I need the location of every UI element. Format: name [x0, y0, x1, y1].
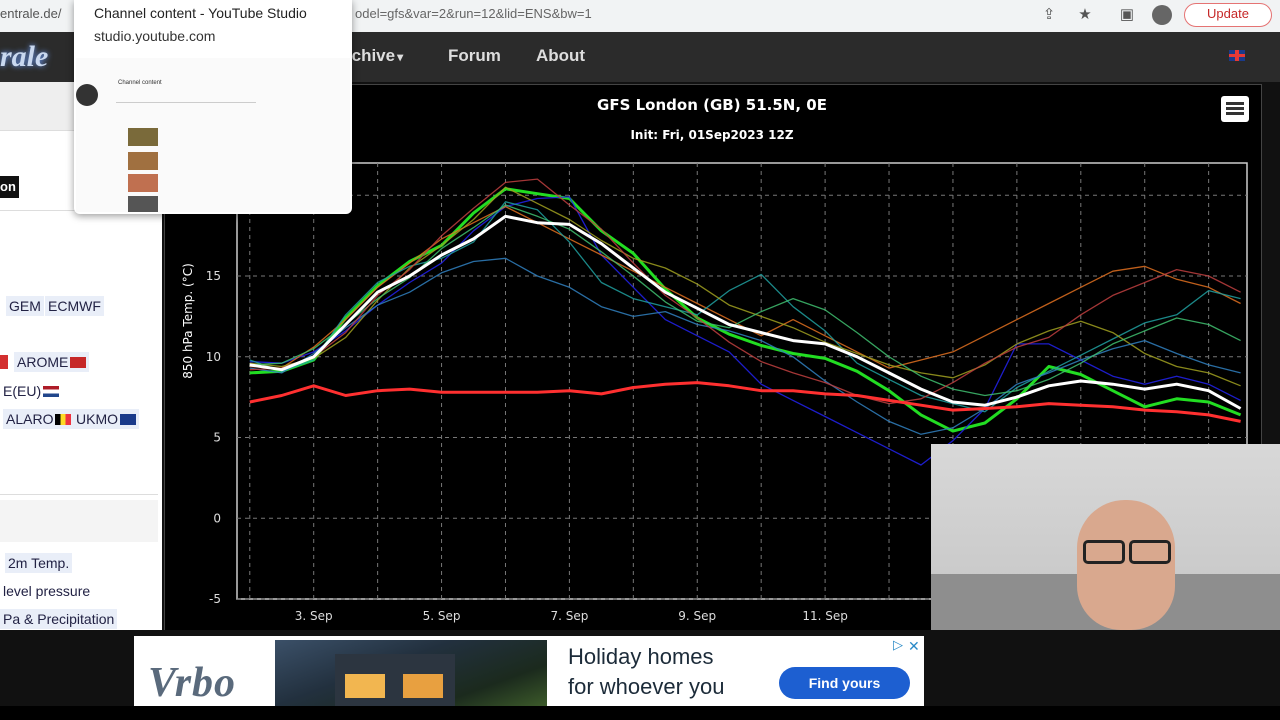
y-tick-label: 10	[206, 350, 221, 364]
thumb-divider	[116, 102, 256, 103]
find-yours-button[interactable]: Find yours	[779, 667, 910, 699]
sidebar-section	[0, 500, 158, 542]
menu-bar	[1226, 102, 1244, 105]
model-ukmo-label: UKMO	[76, 411, 118, 427]
avatar	[76, 84, 98, 106]
glasses-left	[1083, 540, 1125, 564]
profile-icon[interactable]	[1152, 5, 1172, 25]
model-alaro-label: ALARO	[6, 411, 54, 427]
divider	[0, 494, 158, 495]
update-button[interactable]: Update	[1184, 3, 1272, 27]
y-tick-label: 5	[213, 431, 221, 445]
model-gem[interactable]: GEM	[6, 296, 44, 316]
nav-forum[interactable]: Forum	[448, 46, 501, 66]
norway-flag-icon	[70, 357, 87, 368]
extension-icon[interactable]: ▣	[1118, 6, 1136, 24]
ad-choices-icon[interactable]: ▷	[893, 637, 903, 653]
nav-archive[interactable]: rchive ▾	[345, 46, 403, 66]
chevron-down-icon: ▾	[397, 50, 404, 64]
model-arome[interactable]: AROME	[14, 352, 90, 372]
y-tick-label: 0	[213, 511, 221, 525]
chart-title: GFS London (GB) 51.5N, 0E	[597, 96, 827, 114]
menu-bar	[1226, 112, 1244, 115]
x-tick-label: 11. Sep	[802, 609, 848, 623]
belgium-flag-icon	[55, 414, 72, 425]
bottom-strip	[0, 706, 1280, 720]
eu-flag-icon	[120, 414, 136, 425]
site-logo[interactable]: rale	[0, 36, 74, 78]
netherlands-flag-icon	[43, 386, 60, 397]
uk-flag-icon[interactable]	[1229, 50, 1245, 61]
param-sea-level-pressure[interactable]: level pressure	[0, 581, 94, 601]
thumb-heading: Channel content	[118, 80, 162, 86]
tab-hover-url: studio.youtube.com	[94, 28, 216, 44]
star-icon[interactable]: ★	[1076, 6, 1094, 24]
house-window	[403, 674, 443, 698]
model-arome-label: AROME	[17, 354, 69, 370]
y-tick-label: -5	[209, 592, 221, 606]
param-2m-temp[interactable]: 2m Temp.	[5, 553, 73, 573]
tab-hover-title: Channel content - YouTube Studio	[94, 5, 307, 21]
address-bar-left[interactable]: entrale.de/	[0, 6, 61, 21]
nav-about[interactable]: About	[536, 46, 585, 66]
address-bar-right[interactable]: odel=gfs&var=2&run=12&lid=ENS&bw=1	[355, 6, 592, 21]
y-tick-label: 15	[206, 269, 221, 283]
x-tick-label: 9. Sep	[678, 609, 716, 623]
thumb-video-2	[128, 152, 158, 170]
ad-image[interactable]	[275, 640, 547, 706]
model-icon-eu-label: E(EU)	[3, 383, 42, 399]
ad-headline-2[interactable]: for whoever you	[568, 674, 725, 700]
nav-archive-label: rchive	[345, 46, 396, 65]
menu-bar	[1226, 107, 1244, 110]
x-tick-label: 5. Sep	[423, 609, 461, 623]
x-tick-label: 7. Sep	[550, 609, 588, 623]
house-window	[345, 674, 385, 698]
thumb-video-4	[128, 196, 158, 212]
sidebar-header-block	[0, 82, 80, 130]
flag-icon	[0, 355, 8, 369]
tab-preview-thumbnail: Channel content	[76, 58, 350, 212]
y-axis-label: 850 hPa Temp. (°C)	[181, 263, 195, 379]
thumb-video-1	[128, 128, 158, 146]
ad-brand-logo[interactable]: Vrbo	[148, 658, 236, 708]
param-precipitation[interactable]: Pa & Precipitation	[0, 609, 118, 629]
model-ukmo[interactable]: UKMO	[73, 409, 139, 429]
hamburger-menu-icon[interactable]	[1221, 96, 1249, 122]
close-icon[interactable]: ✕	[908, 638, 920, 655]
x-tick-label: 3. Sep	[295, 609, 333, 623]
glasses-right	[1129, 540, 1171, 564]
ad-headline[interactable]: Holiday homes	[568, 644, 714, 670]
model-ecmwf[interactable]: ECMWF	[45, 296, 104, 316]
share-icon[interactable]: ⇪	[1040, 6, 1058, 24]
thumb-video-3	[128, 174, 158, 192]
selected-option-chip[interactable]: on	[0, 176, 19, 198]
model-alaro[interactable]: ALARO	[3, 409, 75, 429]
chart-subtitle: Init: Fri, 01Sep2023 12Z	[630, 128, 793, 142]
model-icon-eu[interactable]: E(EU)	[0, 381, 63, 401]
person-head	[1077, 500, 1175, 630]
